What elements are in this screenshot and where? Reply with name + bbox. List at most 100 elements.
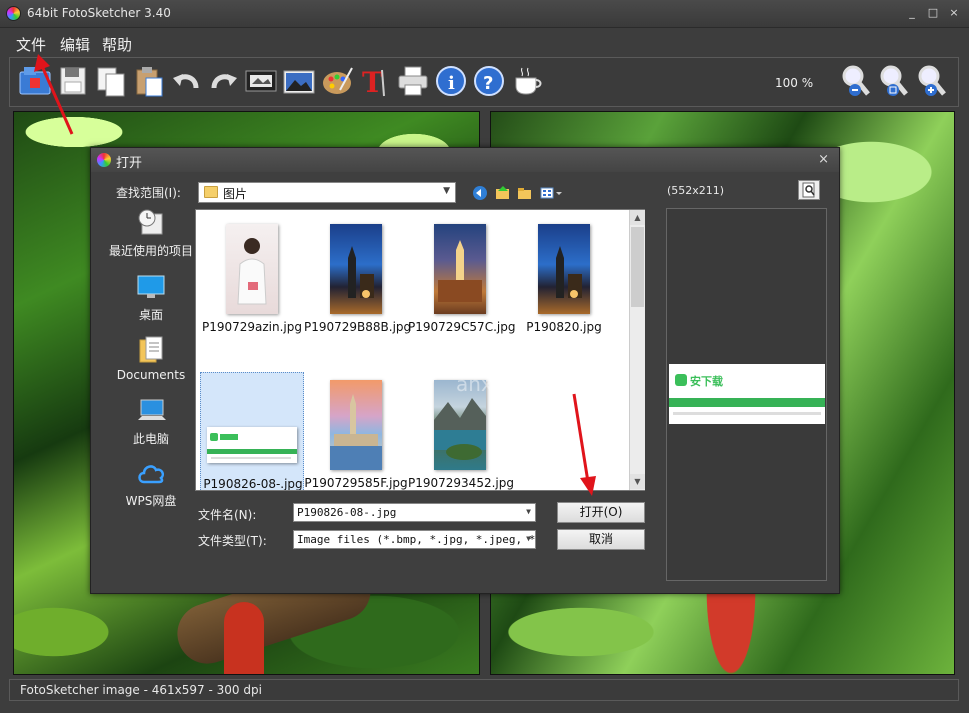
paste-icon[interactable] xyxy=(132,64,166,98)
file-item[interactable]: P190820.jpg xyxy=(512,216,616,336)
back-icon[interactable] xyxy=(472,185,488,201)
help-icon[interactable]: ? xyxy=(472,64,506,98)
window-title: 64bit FotoSketcher 3.40 xyxy=(27,6,171,20)
computer-icon xyxy=(136,396,166,426)
dialog-app-icon xyxy=(97,153,111,167)
place-label: 此电脑 xyxy=(132,432,169,446)
dialog-close-button[interactable]: × xyxy=(818,152,829,167)
preview-image: 安下载 xyxy=(669,364,825,424)
place-label: WPS网盘 xyxy=(125,494,177,508)
scroll-down-icon[interactable]: ▼ xyxy=(630,474,645,489)
watermark-url: anxz.com xyxy=(456,372,553,396)
close-button[interactable]: × xyxy=(945,6,963,20)
menu-edit[interactable]: 编辑 xyxy=(60,34,90,55)
filename-value: P190826-08-.jpg xyxy=(297,506,397,519)
chevron-down-icon: ▼ xyxy=(443,186,450,196)
app-window: 64bit FotoSketcher 3.40 _ □ × 文件 编辑 帮助 T… xyxy=(0,0,969,713)
preview-logo-text: 安下载 xyxy=(690,374,723,388)
menu-help[interactable]: 帮助 xyxy=(102,34,132,55)
view-menu-icon[interactable] xyxy=(540,185,564,201)
documents-icon xyxy=(136,334,166,364)
svg-text:i: i xyxy=(448,73,455,94)
file-thumbnail xyxy=(434,224,486,314)
status-text: FotoSketcher image - 461x597 - 300 dpi xyxy=(20,683,262,697)
place-label: 最近使用的项目 xyxy=(108,244,193,258)
file-thumbnail xyxy=(330,380,382,470)
places-bar: 最近使用的项目 桌面 Documents 此电脑 WPS网盘 xyxy=(101,208,201,528)
landscape-icon[interactable] xyxy=(282,64,316,98)
chevron-down-icon: ▼ xyxy=(526,534,531,543)
filetype-label: 文件类型(T): xyxy=(198,534,267,548)
svg-text:?: ? xyxy=(483,73,493,94)
recent-icon xyxy=(136,208,166,238)
info-icon[interactable]: i xyxy=(434,64,468,98)
look-in-label: 查找范围(I): xyxy=(116,186,181,200)
maximize-button[interactable]: □ xyxy=(924,6,942,20)
file-item[interactable]: P190729azin.jpg xyxy=(200,216,304,336)
scroll-up-icon[interactable]: ▲ xyxy=(630,210,645,225)
open-button[interactable]: 打开(O) xyxy=(557,502,645,523)
file-name: P190729585F.jpg xyxy=(304,476,408,490)
toolbar: T i ? 100 % xyxy=(9,57,959,107)
redo-icon[interactable] xyxy=(206,64,240,98)
minimize-button[interactable]: _ xyxy=(903,6,921,20)
file-thumbnail xyxy=(207,427,297,463)
undo-icon[interactable] xyxy=(170,64,204,98)
place-wps-cloud[interactable]: WPS网盘 xyxy=(101,458,201,509)
cancel-button[interactable]: 取消 xyxy=(557,529,645,550)
film-icon[interactable] xyxy=(244,64,278,98)
look-in-value: 图片 xyxy=(223,187,248,201)
place-this-pc[interactable]: 此电脑 xyxy=(101,396,201,447)
title-bar: 64bit FotoSketcher 3.40 _ □ × xyxy=(0,0,969,28)
chevron-down-icon: ▼ xyxy=(526,507,531,516)
zoom-fit-icon[interactable] xyxy=(878,64,912,98)
up-folder-icon[interactable] xyxy=(495,185,511,201)
preview-pane: 安下载 xyxy=(666,208,827,581)
file-name: P1907293452.jpg xyxy=(408,476,514,490)
app-logo-icon xyxy=(6,6,21,21)
look-in-dropdown[interactable]: 图片 ▼ xyxy=(198,182,456,203)
preview-zoom-icon[interactable] xyxy=(798,180,820,200)
text-tool-icon[interactable]: T xyxy=(358,64,392,99)
dialog-title-bar[interactable]: 打开 × xyxy=(91,148,839,172)
open-image-icon[interactable] xyxy=(18,64,52,98)
file-item-selected[interactable]: P190826-08-.jpg xyxy=(200,372,304,491)
place-documents[interactable]: Documents xyxy=(101,334,201,382)
zoom-level: 100 % xyxy=(775,76,814,90)
place-recent[interactable]: 最近使用的项目 xyxy=(101,208,201,259)
cloud-icon xyxy=(136,458,166,488)
zoom-out-icon[interactable] xyxy=(840,64,874,98)
folder-icon xyxy=(204,186,218,198)
print-icon[interactable] xyxy=(396,64,430,98)
preview-dimensions: (552x211) xyxy=(667,184,725,197)
menu-file[interactable]: 文件 xyxy=(16,34,46,55)
filetype-select[interactable]: Image files (*.bmp, *.jpg, *.jpeg, *. ▼ xyxy=(293,530,536,549)
desktop-icon xyxy=(136,272,166,302)
file-thumbnail xyxy=(330,224,382,314)
copy-icon[interactable] xyxy=(94,64,128,98)
coffee-icon[interactable] xyxy=(510,64,544,98)
palette-icon[interactable] xyxy=(320,64,354,98)
file-name: P190826-08-.jpg xyxy=(203,477,303,491)
watermark: 安下载 anxz.com xyxy=(378,330,598,400)
scroll-thumb[interactable] xyxy=(631,227,644,307)
filename-input[interactable]: P190826-08-.jpg ▼ xyxy=(293,503,536,522)
save-icon[interactable] xyxy=(56,64,90,98)
zoom-in-icon[interactable] xyxy=(916,64,950,98)
file-thumbnail xyxy=(226,224,278,314)
menu-bar: 文件 编辑 帮助 xyxy=(0,29,969,55)
status-bar: FotoSketcher image - 461x597 - 300 dpi xyxy=(9,679,959,701)
file-thumbnail xyxy=(538,224,590,314)
filename-label: 文件名(N): xyxy=(198,508,257,522)
place-label: Documents xyxy=(116,368,186,382)
place-label: 桌面 xyxy=(138,308,163,322)
place-desktop[interactable]: 桌面 xyxy=(101,272,201,323)
filetype-value: Image files (*.bmp, *.jpg, *.jpeg, *. xyxy=(297,533,536,546)
watermark-shield-icon xyxy=(382,332,438,392)
parrot-shape xyxy=(224,602,264,674)
file-list-scrollbar[interactable]: ▲ ▼ xyxy=(629,210,645,490)
new-folder-icon[interactable] xyxy=(517,185,533,201)
file-item[interactable]: P190729C57C.jpg xyxy=(408,216,515,336)
file-item[interactable]: P190729B88B.jpg xyxy=(304,216,411,336)
svg-text:T: T xyxy=(362,66,383,98)
